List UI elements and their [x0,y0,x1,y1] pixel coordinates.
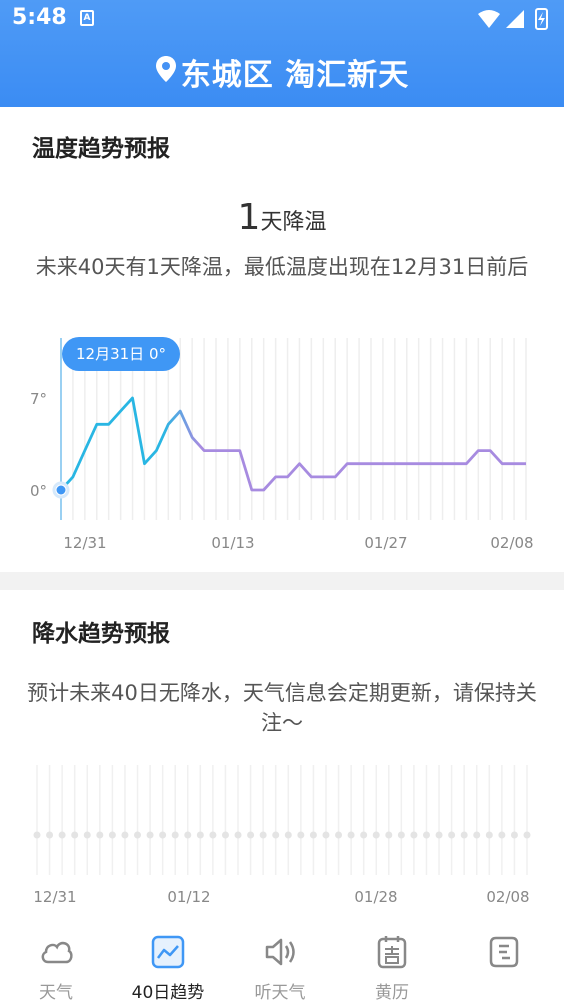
precipitation-point [259,831,267,839]
precipitation-point [247,831,255,839]
precipitation-point [485,831,493,839]
temperature-section-title: 温度趋势预报 [32,136,170,162]
trend-chart-icon [151,935,185,969]
calendar-icon [377,936,407,969]
precipitation-point [159,831,167,839]
precipitation-point [58,831,66,839]
temperature-series-line [59,396,526,492]
precipitation-point [397,831,405,839]
x-tick-label: 12/31 [63,534,106,552]
precipitation-point [121,831,129,839]
system-icons [478,8,548,30]
precipitation-description: 预计未来40日无降水，天气信息会定期更新，请保持关注～ [27,681,537,735]
precipitation-point [322,831,330,839]
precipitation-point [435,831,443,839]
precipitation-point [171,831,179,839]
precipitation-point [83,831,91,839]
y-tick-label: 0° [30,482,47,500]
tab-weather[interactable]: 天气 [0,920,112,1004]
precipitation-point [284,831,292,839]
precipitation-chart[interactable]: 12/31 01/12 01/28 02/08 [0,760,564,910]
precipitation-section-title: 降水趋势预报 [32,621,170,647]
x-tick-label: 01/13 [211,534,254,552]
app-header: 5:48 A 东城区 淘汇新天 [0,0,564,107]
precipitation-point [448,831,456,839]
y-tick-label: 7° [30,390,47,408]
x-tick-label: 01/28 [354,888,397,906]
location-pin-icon [155,56,176,82]
precipitation-point [46,831,54,839]
precipitation-point [385,831,393,839]
x-tick-label: 01/27 [364,534,407,552]
precipitation-point [33,831,41,839]
temperature-description: 未来40天有1天降温，最低温度出现在12月31日前后 [35,255,529,279]
tab-fortune[interactable] [448,920,560,1004]
precipitation-point [372,831,380,839]
tab-almanac[interactable]: 黄历 [336,920,448,1004]
precipitation-point [96,831,104,839]
location-name: 东城区 淘汇新天 [180,58,410,93]
tab-40day-trend-label: 40日趋势 [131,983,205,1003]
precipitation-point [335,831,343,839]
selected-day-tooltip: 12月31日 0° [62,337,180,371]
precipitation-point [422,831,430,839]
cooling-days-count: 1 [237,197,261,238]
x-tick-label: 01/12 [167,888,210,906]
selected-point-dot [56,485,66,495]
precipitation-point [473,831,481,839]
precipitation-point [146,831,154,839]
x-tick-label: 12/31 [33,888,76,906]
cloud-icon [41,941,73,964]
x-tick-label: 02/08 [490,534,533,552]
status-bar: 5:48 A [0,0,564,38]
precipitation-point [196,831,204,839]
precipitation-point [347,831,355,839]
accessibility-notification-icon: A [80,10,94,26]
cooling-days-unit: 天降温 [260,210,327,235]
precipitation-point [360,831,368,839]
wifi-icon [478,10,500,28]
tab-listen-weather[interactable]: 听天气 [224,920,336,1004]
tab-40day-trend[interactable]: 40日趋势 [112,920,224,1004]
cooling-days-summary: 1天降温 [0,197,564,238]
precipitation-point [510,831,518,839]
precipitation-point [71,831,79,839]
precipitation-point [498,831,506,839]
precipitation-point [134,831,142,839]
signal-icon [506,10,524,28]
fortune-icon [489,936,519,968]
bottom-tab-bar: 天气 40日趋势 听天气 黄历 [0,920,564,1004]
tab-listen-weather-label: 听天气 [254,983,306,1003]
precipitation-point [297,831,305,839]
status-time: 5:48 [12,5,67,30]
precipitation-point [272,831,280,839]
speaker-icon [265,938,295,966]
precipitation-point [523,831,531,839]
precipitation-point [309,831,317,839]
precipitation-point [410,831,418,839]
precipitation-point [234,831,242,839]
precipitation-point [209,831,217,839]
tab-weather-label: 天气 [39,983,73,1003]
precipitation-point [108,831,116,839]
precipitation-point [460,831,468,839]
precipitation-point [221,831,229,839]
x-tick-label: 02/08 [486,888,529,906]
tab-almanac-label: 黄历 [375,983,409,1003]
precipitation-point [184,831,192,839]
location-title[interactable]: 东城区 淘汇新天 [0,50,564,94]
